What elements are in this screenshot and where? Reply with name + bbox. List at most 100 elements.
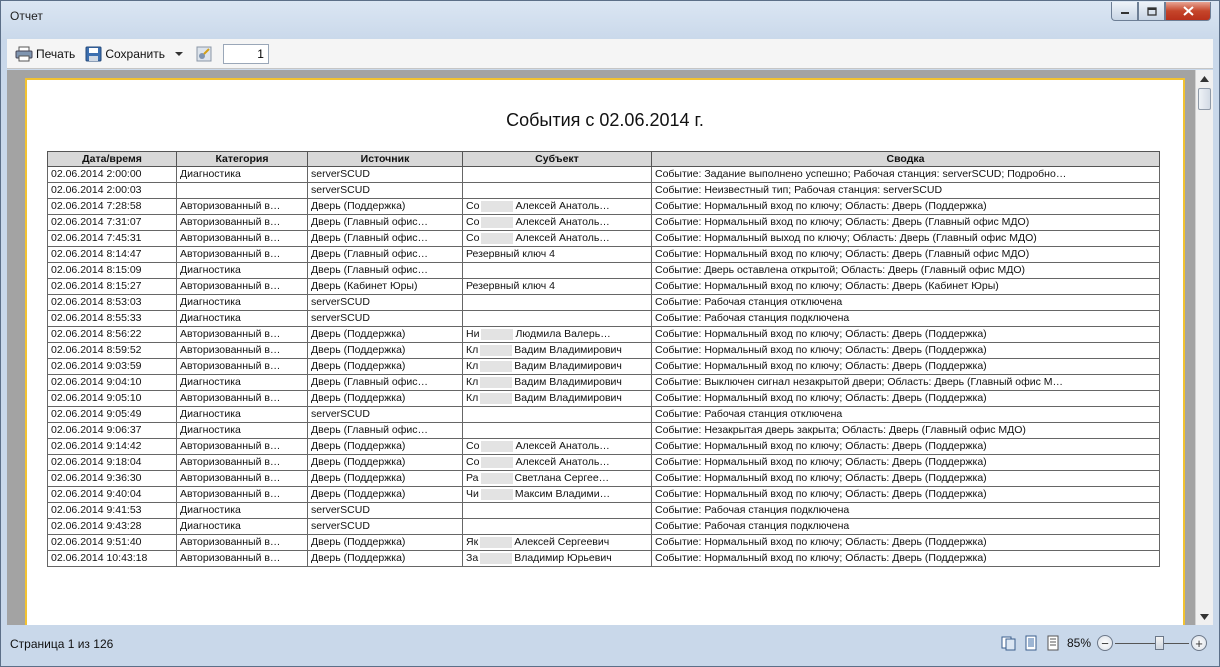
cell-subject: Ни Людмила Валерь… bbox=[462, 326, 652, 343]
print-label: Печать bbox=[36, 46, 76, 61]
minus-icon: − bbox=[1101, 635, 1109, 651]
table-row: 02.06.2014 2:00:00 Диагностика serverSCUD С… bbox=[47, 166, 1160, 183]
search-button[interactable] bbox=[194, 42, 217, 66]
subject-text: Со bbox=[466, 440, 480, 452]
cell-source: Дверь (Поддержка) bbox=[307, 486, 463, 503]
cell-summary: Событие: Нормальный вход по ключу; Облас… bbox=[651, 390, 1160, 407]
subject-name-text: Алексей Сергеевич bbox=[514, 536, 610, 548]
cell-source: Дверь (Поддержка) bbox=[307, 390, 463, 407]
cell-date: 02.06.2014 8:59:52 bbox=[47, 342, 177, 359]
cell-subject: Кл Вадим Владимирович bbox=[462, 374, 652, 391]
cell-category: Авторизованный в… bbox=[176, 342, 308, 359]
cell-category bbox=[176, 182, 308, 199]
cell-date: 02.06.2014 10:43:18 bbox=[47, 550, 177, 567]
close-button[interactable] bbox=[1165, 2, 1211, 21]
redaction-mask bbox=[481, 456, 514, 468]
zoom-slider[interactable]: − + bbox=[1097, 633, 1207, 653]
zoom-out-button[interactable]: − bbox=[1097, 635, 1113, 651]
cell-source: Дверь (Поддержка) bbox=[307, 326, 463, 343]
cell-summary: Событие: Нормальный вход по ключу; Облас… bbox=[651, 438, 1160, 455]
chevron-down-icon bbox=[174, 51, 183, 56]
table-row: 02.06.2014 8:14:47 Авторизованный в… Дверь… bbox=[47, 246, 1160, 263]
redaction-mask bbox=[480, 344, 513, 356]
redaction-mask bbox=[481, 328, 514, 340]
cell-date: 02.06.2014 9:05:10 bbox=[47, 390, 177, 407]
multi-page-view-icon[interactable] bbox=[1001, 635, 1017, 651]
page-number-input[interactable] bbox=[222, 43, 269, 64]
cell-date: 02.06.2014 9:06:37 bbox=[47, 422, 177, 439]
cell-source: serverSCUD bbox=[307, 166, 463, 183]
subject-text: Со bbox=[466, 216, 480, 228]
minimize-button[interactable] bbox=[1111, 2, 1138, 21]
column-header-source: Источник bbox=[307, 151, 463, 167]
cell-date: 02.06.2014 8:14:47 bbox=[47, 246, 177, 263]
save-label: Сохранить bbox=[105, 46, 165, 61]
cell-source: Дверь (Главный офис… bbox=[307, 214, 463, 231]
zoom-in-button[interactable]: + bbox=[1191, 635, 1207, 651]
cell-date: 02.06.2014 2:00:03 bbox=[47, 182, 177, 199]
subject-name-text: Алексей Анатоль… bbox=[515, 456, 610, 468]
subject-name-text: Максим Владими… bbox=[514, 488, 611, 500]
cell-category: Диагностика bbox=[176, 262, 308, 279]
cell-subject: Со Алексей Анатоль… bbox=[462, 230, 652, 247]
table-row: 02.06.2014 2:00:03 serverSCUD Событие: Неи… bbox=[47, 182, 1160, 199]
cell-category: Авторизованный в… bbox=[176, 326, 308, 343]
cell-date: 02.06.2014 8:15:27 bbox=[47, 278, 177, 295]
scroll-up-button[interactable] bbox=[1196, 70, 1213, 87]
plus-icon: + bbox=[1195, 635, 1203, 651]
cell-summary: Событие: Рабочая станция подключена bbox=[651, 502, 1160, 519]
cell-source: serverSCUD bbox=[307, 518, 463, 535]
cell-category: Авторизованный в… bbox=[176, 550, 308, 567]
cell-source: Дверь (Главный офис… bbox=[307, 246, 463, 263]
vertical-scrollbar[interactable] bbox=[1195, 70, 1213, 625]
table-header-row: Дата/время Категория Источник Субъект Св… bbox=[47, 151, 1160, 167]
continuous-view-icon[interactable] bbox=[1045, 635, 1061, 651]
table-row: 02.06.2014 9:51:40 Авторизованный в… Дверь… bbox=[47, 534, 1160, 551]
cell-source: Дверь (Поддержка) bbox=[307, 358, 463, 375]
redaction-mask bbox=[481, 216, 514, 228]
table-row: 02.06.2014 8:53:03 Диагностика serverSCUD С… bbox=[47, 294, 1160, 311]
subject-text: Чи bbox=[466, 488, 479, 500]
cell-summary: Событие: Нормальный вход по ключу; Облас… bbox=[651, 454, 1160, 471]
subject-name-text: Владимир Юрьевич bbox=[514, 552, 612, 564]
print-button[interactable]: Печать bbox=[13, 42, 77, 66]
table-row: 02.06.2014 9:03:59 Авторизованный в… Дверь… bbox=[47, 358, 1160, 375]
table-body: 02.06.2014 2:00:00 Диагностика serverSCUD С… bbox=[47, 166, 1160, 567]
cell-category: Авторизованный в… bbox=[176, 438, 308, 455]
cell-source: serverSCUD bbox=[307, 182, 463, 199]
cell-subject: За Владимир Юрьевич bbox=[462, 550, 652, 567]
cell-category: Авторизованный в… bbox=[176, 486, 308, 503]
subject-name-text: Вадим Владимирович bbox=[514, 376, 622, 388]
cell-source: Дверь (Главный офис… bbox=[307, 422, 463, 439]
cell-subject bbox=[462, 518, 652, 535]
scroll-thumb[interactable] bbox=[1198, 88, 1211, 110]
cell-category: Авторизованный в… bbox=[176, 198, 308, 215]
table-row: 02.06.2014 10:43:18 Авторизованный в… Двер… bbox=[47, 550, 1160, 567]
save-button[interactable]: Сохранить bbox=[83, 42, 167, 66]
subject-text: Резервный ключ 4 bbox=[466, 248, 555, 260]
table-row: 02.06.2014 9:04:10 Диагностика Дверь (Глав… bbox=[47, 374, 1160, 391]
table-row: 02.06.2014 7:31:07 Авторизованный в… Дверь… bbox=[47, 214, 1160, 231]
table-row: 02.06.2014 9:06:37 Диагностика Дверь (Глав… bbox=[47, 422, 1160, 439]
subject-text: Ни bbox=[466, 328, 480, 340]
column-header-subject: Субъект bbox=[462, 151, 652, 167]
single-page-view-icon[interactable] bbox=[1023, 635, 1039, 651]
subject-text: За bbox=[466, 552, 479, 564]
redaction-mask bbox=[480, 488, 513, 500]
cell-summary: Событие: Нормальный вход по ключу; Облас… bbox=[651, 246, 1160, 263]
redaction-mask bbox=[480, 360, 513, 372]
save-dropdown-button[interactable] bbox=[173, 42, 188, 66]
redaction-mask bbox=[480, 552, 513, 564]
scroll-down-button[interactable] bbox=[1196, 608, 1213, 625]
redaction-mask bbox=[481, 200, 514, 212]
cell-source: serverSCUD bbox=[307, 294, 463, 311]
cell-subject: Резервный ключ 4 bbox=[462, 246, 652, 263]
zoom-thumb[interactable] bbox=[1155, 636, 1164, 650]
cell-date: 02.06.2014 8:56:22 bbox=[47, 326, 177, 343]
cell-date: 02.06.2014 9:36:30 bbox=[47, 470, 177, 487]
cell-summary: Событие: Незакрытая дверь закрыта; Облас… bbox=[651, 422, 1160, 439]
cell-category: Диагностика bbox=[176, 310, 308, 327]
cell-source: serverSCUD bbox=[307, 502, 463, 519]
maximize-button[interactable] bbox=[1138, 2, 1165, 21]
page-info: Страница 1 из 126 bbox=[10, 637, 114, 651]
